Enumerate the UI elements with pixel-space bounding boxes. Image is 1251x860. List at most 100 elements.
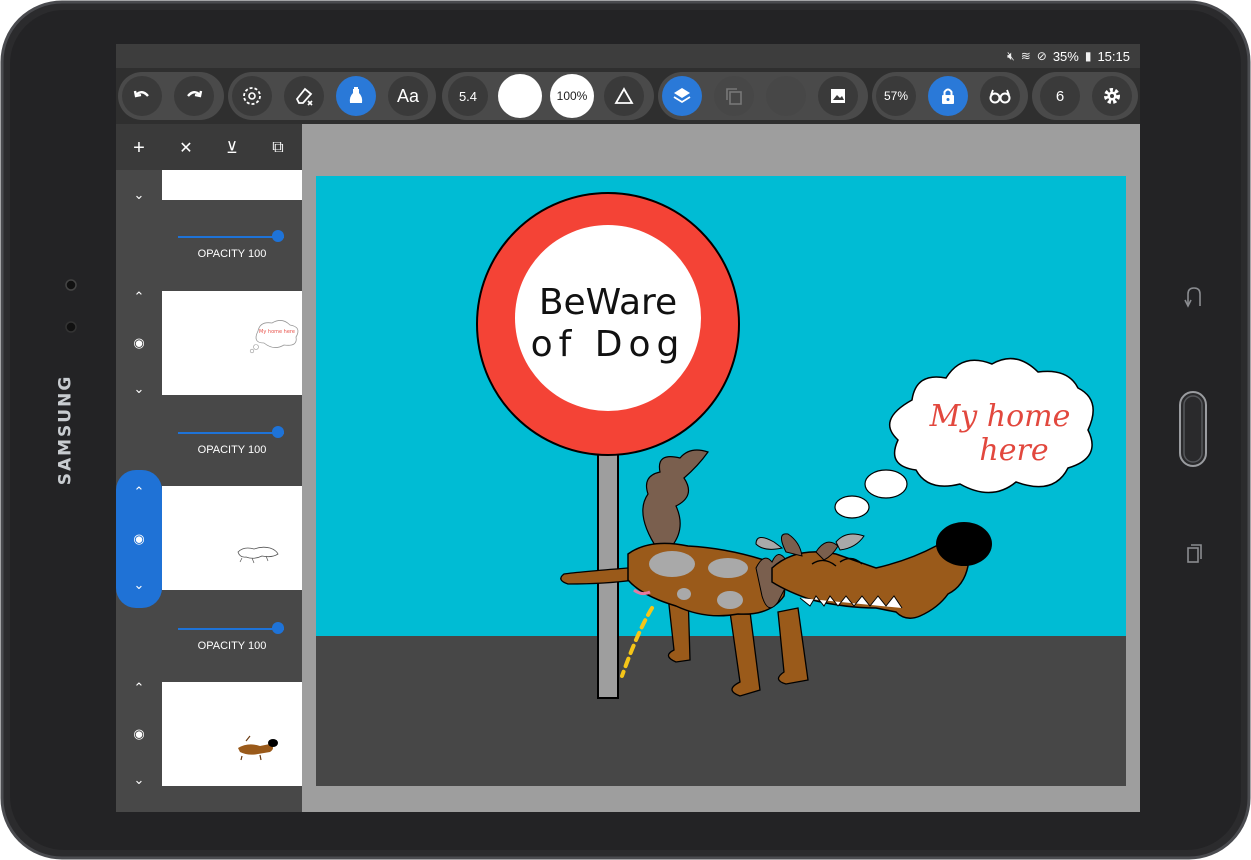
- layer-2-opacity-knob[interactable]: [272, 426, 284, 438]
- chevron-down-icon: ⌄: [133, 381, 145, 396]
- layer-2-move-up-button[interactable]: ⌃: [128, 286, 150, 308]
- copy-icon: ⧉: [272, 139, 284, 156]
- layer-1-opacity: OPACITY 100: [162, 224, 302, 274]
- text-tool-button[interactable]: Aa: [388, 76, 428, 116]
- brush-opacity-button[interactable]: 100%: [550, 74, 594, 118]
- glasses-icon: [989, 89, 1011, 104]
- mute-icon: 🔇︎: [1007, 48, 1015, 63]
- chevron-down-icon: ⌄: [133, 187, 145, 202]
- layers-toolbar: + ✕ ⊻ ⧉: [116, 124, 302, 170]
- clock: 15:15: [1097, 48, 1130, 64]
- battery-percent: 35%: [1052, 48, 1079, 64]
- brush-button[interactable]: [336, 76, 376, 116]
- layer-4-move-up-button[interactable]: ⌃: [128, 677, 150, 699]
- battery-icon: ▮: [1084, 49, 1092, 63]
- frame-count-button[interactable]: 6: [1040, 76, 1080, 116]
- layer-2-opacity-label: OPACITY 100: [197, 444, 267, 456]
- image-import-button[interactable]: [818, 76, 858, 116]
- delete-layer-button[interactable]: ✕: [174, 136, 198, 160]
- beware-sign: BeWare of Dog: [476, 192, 740, 456]
- chevron-down-icon: ⌄: [133, 772, 145, 787]
- close-icon: ✕: [179, 140, 193, 157]
- settings-button[interactable]: [1092, 76, 1132, 116]
- sign-text-line1: BeWare: [539, 282, 677, 323]
- brand-logo: SAMSUNG: [55, 374, 76, 486]
- brush-icon: [349, 87, 363, 103]
- layers-button[interactable]: [662, 76, 702, 116]
- duplicate-layer-button[interactable]: ⧉: [266, 136, 290, 160]
- dnd-icon: ⊘: [1036, 49, 1047, 63]
- layer-2-visibility-button[interactable]: ◉: [128, 332, 150, 354]
- shape-button[interactable]: [604, 76, 644, 116]
- merge-icon: ⊻: [226, 140, 238, 157]
- blank-tool-button[interactable]: [766, 76, 806, 116]
- layer-4-thumbnail[interactable]: [162, 682, 302, 786]
- layer-1-thumbnail[interactable]: [162, 170, 302, 200]
- eye-icon: ◉: [133, 335, 145, 350]
- chevron-up-icon: ⌃: [133, 289, 145, 304]
- layer-3-visibility-button[interactable]: ◉: [128, 528, 150, 550]
- brush-opacity-value: 100%: [556, 89, 588, 103]
- layer-3-opacity-label: OPACITY 100: [197, 640, 267, 652]
- layer-3-thumb-art: [237, 546, 279, 564]
- ground: [316, 636, 1126, 786]
- layer-2-thumb-text: My home here: [259, 329, 295, 335]
- sign-pole: [597, 435, 619, 699]
- layer-4-visibility-button[interactable]: ◉: [128, 723, 150, 745]
- layers-panel: + ✕ ⊻ ⧉ ⌄ OPACITY 100 ⌃ ◉ ⌄ My home here…: [116, 124, 302, 812]
- copy-icon: [726, 88, 742, 105]
- zoom-button[interactable]: 57%: [876, 76, 916, 116]
- layer-2-move-down-button[interactable]: ⌄: [128, 378, 150, 400]
- main-toolbar: Aa 5.4 100% 57% 6: [116, 68, 1140, 124]
- layer-1-opacity-label: OPACITY 100: [197, 248, 267, 260]
- gear-icon: [1104, 88, 1120, 104]
- layer-2-opacity-slider[interactable]: [178, 432, 284, 434]
- redo-icon: [187, 90, 203, 98]
- bubble-text-line2: here: [979, 433, 1048, 468]
- chevron-up-icon: ⌃: [133, 484, 145, 499]
- onion-skin-button[interactable]: [980, 76, 1020, 116]
- layer-3-opacity: OPACITY 100: [162, 616, 302, 666]
- eye-icon: ◉: [133, 726, 145, 741]
- plus-icon: +: [133, 136, 145, 159]
- drawing: BeWare of Dog My home here: [316, 176, 1126, 786]
- sign-text-line2: of Dog: [531, 324, 686, 365]
- chevron-up-icon: ⌃: [133, 680, 145, 695]
- canvas-area: BeWare of Dog My home here: [302, 124, 1140, 812]
- undo-icon: [133, 90, 149, 98]
- status-bar: 🔇︎ ≋ ⊘ 35% ▮ 15:15: [116, 44, 1140, 68]
- eraser-button[interactable]: [284, 76, 324, 116]
- chevron-down-icon: ⌄: [133, 577, 145, 592]
- layer-2-opacity: OPACITY 100: [162, 420, 302, 470]
- copy-frame-button[interactable]: [714, 76, 754, 116]
- add-layer-button[interactable]: +: [127, 136, 151, 160]
- frame-count-value: 6: [1055, 87, 1065, 105]
- layer-4-move-down-button[interactable]: ⌄: [128, 769, 150, 791]
- layer-3-opacity-knob[interactable]: [272, 622, 284, 634]
- layer-1-move-down-button[interactable]: ⌄: [128, 184, 150, 206]
- layer-1-opacity-knob[interactable]: [272, 230, 284, 242]
- layer-2-thumb-art: My home here: [249, 320, 299, 354]
- drawing-canvas[interactable]: BeWare of Dog My home here: [316, 176, 1126, 786]
- tablet-device: SAMSUNG 🔇︎ ≋ ⊘ 35% ▮ 15:15 Aa 5.4 100% 5…: [0, 0, 1251, 860]
- image-icon: [831, 89, 845, 103]
- merge-layer-button[interactable]: ⊻: [220, 136, 244, 160]
- eye-icon: ◉: [133, 531, 145, 546]
- layer-3-opacity-slider[interactable]: [178, 628, 284, 630]
- layer-2-thumbnail[interactable]: My home here: [162, 291, 302, 395]
- layer-3-move-down-button[interactable]: ⌄: [128, 574, 150, 596]
- lasso-button[interactable]: [232, 76, 272, 116]
- layers-icon: [673, 88, 691, 104]
- layer-4-thumb-art: [238, 735, 278, 761]
- redo-button[interactable]: [174, 76, 214, 116]
- screen: 🔇︎ ≋ ⊘ 35% ▮ 15:15 Aa 5.4 100% 57% 6 + ✕…: [116, 44, 1140, 812]
- color-picker-button[interactable]: [498, 74, 542, 118]
- text-tool-label: Aa: [396, 85, 420, 106]
- undo-button[interactable]: [122, 76, 162, 116]
- layer-3-move-up-button[interactable]: ⌃: [128, 481, 150, 503]
- brush-size-button[interactable]: 5.4: [448, 76, 488, 116]
- lock-button[interactable]: [928, 76, 968, 116]
- layer-3-thumbnail[interactable]: [162, 486, 302, 590]
- layer-1-opacity-slider[interactable]: [178, 236, 284, 238]
- triangle-icon: [614, 87, 634, 104]
